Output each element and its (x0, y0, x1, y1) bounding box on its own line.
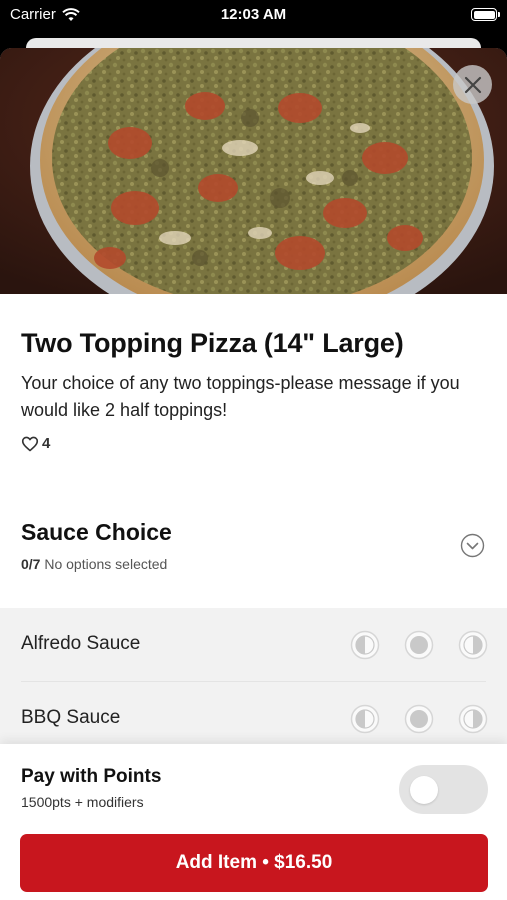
item-title: Two Topping Pizza (14" Large) (21, 328, 404, 358)
battery-icon (471, 8, 500, 21)
item-detail-sheet: Two Topping Pizza (14" Large) Your choic… (0, 48, 507, 900)
likes-count: 4 (42, 435, 51, 452)
right-half-icon[interactable] (458, 704, 488, 734)
modifier-group-title: Sauce Choice (21, 519, 172, 545)
left-half-icon[interactable] (350, 704, 380, 734)
whole-icon[interactable] (404, 704, 434, 734)
pay-with-points-toggle[interactable] (399, 765, 488, 814)
selection-count: 0/7 (21, 556, 41, 572)
pay-with-points-label: Pay with Points (21, 766, 162, 787)
option-row-alfredo-sauce[interactable]: Alfredo Sauce (0, 608, 507, 682)
option-label: Alfredo Sauce (21, 633, 141, 654)
modifier-group-status: 0/7 No options selected (21, 556, 167, 572)
option-label: BBQ Sauce (21, 707, 121, 728)
selection-status: No options selected (44, 556, 168, 572)
chevron-down-icon[interactable] (460, 533, 485, 558)
toggle-knob (410, 776, 438, 804)
right-half-icon[interactable] (458, 630, 488, 660)
item-photo (0, 48, 507, 294)
close-icon (464, 76, 481, 93)
whole-icon[interactable] (404, 630, 434, 660)
item-description: Your choice of any two toppings-please m… (21, 373, 460, 420)
likes-button[interactable]: 4 (21, 435, 50, 452)
close-button[interactable] (453, 65, 492, 104)
status-bar: Carrier 12:03 AM (0, 0, 507, 32)
left-half-icon[interactable] (350, 630, 380, 660)
add-item-button[interactable]: Add Item • $16.50 (20, 834, 488, 892)
clock: 12:03 AM (220, 6, 287, 23)
points-cost: 1500pts + modifiers (21, 794, 144, 810)
heart-icon (21, 436, 39, 451)
